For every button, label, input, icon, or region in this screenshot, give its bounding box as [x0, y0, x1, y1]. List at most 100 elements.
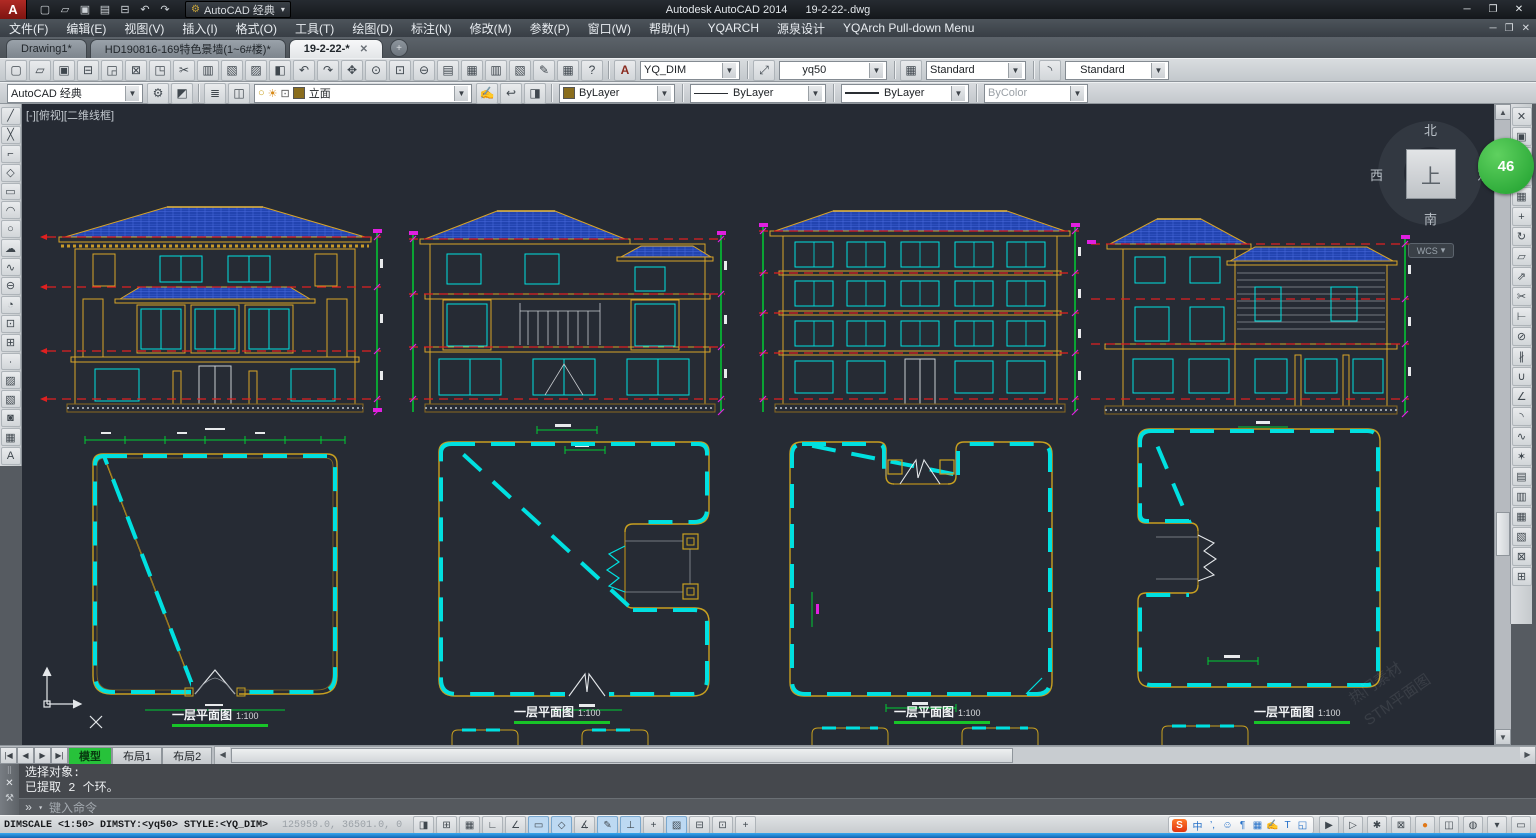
- workspace-save-icon[interactable]: ◩: [171, 83, 193, 104]
- scroll-up-button[interactable]: ▲: [1495, 104, 1511, 120]
- viewcube[interactable]: 上 北 南 西 东: [1378, 121, 1482, 225]
- fillet-icon[interactable]: ◝: [1512, 407, 1532, 426]
- horizontal-scroll-thumb[interactable]: [231, 748, 1013, 763]
- cut-clip-icon[interactable]: ✂: [173, 60, 195, 81]
- wcs-button[interactable]: WCS▾: [1408, 243, 1454, 258]
- region-icon[interactable]: ◙: [1, 409, 21, 427]
- elevation-3[interactable]: [759, 211, 1081, 415]
- mleader-style-combo[interactable]: Standard▼: [1065, 61, 1169, 80]
- command-prompt-arrow-icon[interactable]: ▾: [38, 803, 43, 813]
- sogou-emoji-icon[interactable]: ☺: [1220, 819, 1235, 832]
- infer-constraints-icon[interactable]: ◨: [413, 816, 434, 834]
- elevation-1[interactable]: [40, 207, 383, 415]
- sogou-skin-icon[interactable]: T: [1280, 819, 1295, 832]
- viewcube-south[interactable]: 南: [1424, 209, 1437, 228]
- sogou-punctuation-icon[interactable]: ’,: [1205, 819, 1220, 832]
- prev-layout-button[interactable]: ◀: [17, 747, 34, 764]
- quick-properties-icon[interactable]: ⊟: [689, 816, 710, 834]
- viewcube-west[interactable]: 西: [1370, 165, 1383, 184]
- overlay-badge[interactable]: 46: [1478, 138, 1534, 194]
- scroll-right-button[interactable]: ▶: [1520, 747, 1535, 762]
- polar-tracking-icon[interactable]: ∠: [505, 816, 526, 834]
- designcenter-icon[interactable]: ▦: [461, 60, 483, 81]
- menu-item-10[interactable]: 窗口(W): [579, 19, 640, 37]
- stretch-icon[interactable]: ⇗: [1512, 267, 1532, 286]
- sogou-toolbox-icon[interactable]: ◱: [1295, 819, 1310, 832]
- trim-icon[interactable]: ✂: [1512, 287, 1532, 306]
- redo-icon[interactable]: ↷: [317, 60, 339, 81]
- text-style-icon[interactable]: A: [614, 60, 636, 81]
- floor-plan-1[interactable]: [85, 428, 345, 710]
- line-icon[interactable]: ╱: [1, 107, 21, 125]
- new-tab-button[interactable]: +: [390, 39, 408, 57]
- pan-realtime-icon[interactable]: ✥: [341, 60, 363, 81]
- menu-item-13[interactable]: 源泉设计: [768, 19, 834, 37]
- zoom-realtime-icon[interactable]: ⊙: [365, 60, 387, 81]
- hatch-icon[interactable]: ▨: [1, 371, 21, 389]
- transparency-icon[interactable]: ▨: [666, 816, 687, 834]
- mleader-style-icon[interactable]: ◝: [1039, 60, 1061, 81]
- hatch-to-back-icon[interactable]: ⊞: [1512, 567, 1532, 586]
- tool-palettes-icon[interactable]: ▥: [485, 60, 507, 81]
- file-tab-hd190816[interactable]: HD190816-169特色景墙(1~6#楼)*: [90, 39, 286, 58]
- create-block-icon[interactable]: ⊞: [1, 334, 21, 352]
- quickcalc-icon[interactable]: ▦: [557, 60, 579, 81]
- construction-line-icon[interactable]: ╳: [1, 126, 21, 144]
- viewcube-north[interactable]: 北: [1424, 120, 1437, 139]
- sogou-voice-icon[interactable]: ¶: [1235, 819, 1250, 832]
- polygon-icon[interactable]: ◇: [1, 164, 21, 182]
- linetype-combo[interactable]: ByLayer▼: [690, 84, 826, 103]
- sogou-logo-icon[interactable]: S: [1172, 819, 1187, 832]
- chamfer-icon[interactable]: ∠: [1512, 387, 1532, 406]
- zoom-previous-icon[interactable]: ⊖: [413, 60, 435, 81]
- make-layer-current-icon[interactable]: ✍: [476, 83, 498, 104]
- menu-item-12[interactable]: YQARCH: [699, 19, 768, 37]
- floor-plan-3[interactable]: [790, 442, 1052, 712]
- text-style-combo[interactable]: YQ_DIM▼: [640, 61, 740, 80]
- point-icon[interactable]: ∙: [1, 353, 21, 371]
- menu-item-3[interactable]: 插入(I): [173, 19, 226, 37]
- isolate-objects-icon[interactable]: ◫: [1439, 816, 1459, 834]
- vertical-scrollbar[interactable]: ▲ ▼: [1494, 104, 1511, 745]
- sogou-language-icon[interactable]: 中: [1190, 819, 1205, 832]
- arc-icon[interactable]: ◠: [1, 201, 21, 219]
- bring-to-front-icon[interactable]: ▤: [1512, 467, 1532, 486]
- zoom-window-icon[interactable]: ⊡: [389, 60, 411, 81]
- floor-plan-2[interactable]: [439, 424, 709, 710]
- block-editor-icon[interactable]: ◧: [269, 60, 291, 81]
- dynamic-ucs-icon[interactable]: ⊥: [620, 816, 641, 834]
- command-wrench-icon[interactable]: ⚒: [5, 793, 14, 804]
- color-combo[interactable]: ByLayer▼: [559, 84, 675, 103]
- save-as-icon[interactable]: ▤: [96, 2, 114, 17]
- workspace-settings-icon[interactable]: ⚙: [147, 83, 169, 104]
- tray-settings-gear-icon[interactable]: ✱: [1367, 816, 1387, 834]
- sogou-handwriting-icon[interactable]: ✍: [1265, 819, 1280, 832]
- command-prompt-icon[interactable]: »: [25, 801, 32, 815]
- 3d-object-snap-icon[interactable]: ◇: [551, 816, 572, 834]
- send-to-back-icon[interactable]: ▥: [1512, 487, 1532, 506]
- performance-tuner-icon[interactable]: ●: [1415, 816, 1435, 834]
- file-tab-drawing1[interactable]: Drawing1*: [6, 39, 87, 58]
- open-file-icon[interactable]: ▱: [56, 2, 74, 17]
- menu-item-0[interactable]: 文件(F): [0, 19, 57, 37]
- command-window-grip[interactable]: ⣿ ✕ ⚒: [0, 764, 19, 815]
- layer-properties-manager-icon[interactable]: ≣: [204, 83, 226, 104]
- polyline-icon[interactable]: ⌐: [1, 145, 21, 163]
- break-icon[interactable]: ∦: [1512, 347, 1532, 366]
- viewcube-top-face[interactable]: 上: [1406, 149, 1456, 199]
- layer-color-swatch[interactable]: [293, 87, 305, 99]
- menu-item-9[interactable]: 参数(P): [521, 19, 579, 37]
- selection-cycling-icon[interactable]: ⊡: [712, 816, 733, 834]
- join-icon[interactable]: ∪: [1512, 367, 1532, 386]
- horizontal-scrollbar[interactable]: ◀ ▶: [214, 746, 1536, 765]
- first-layout-button[interactable]: |◀: [0, 747, 17, 764]
- workspace-combo[interactable]: ⚙ AutoCAD 经典 ▾: [185, 1, 291, 18]
- rotate-icon[interactable]: ↻: [1512, 227, 1532, 246]
- menu-item-6[interactable]: 绘图(D): [343, 19, 402, 37]
- extend-icon[interactable]: ⊢: [1512, 307, 1532, 326]
- command-input[interactable]: » ▾ 键入命令: [19, 798, 1536, 816]
- next-layout-button[interactable]: ▶: [34, 747, 51, 764]
- tab-model[interactable]: 模型: [68, 747, 112, 765]
- scroll-down-button[interactable]: ▼: [1495, 729, 1511, 745]
- insert-block-icon[interactable]: ⊡: [1, 315, 21, 333]
